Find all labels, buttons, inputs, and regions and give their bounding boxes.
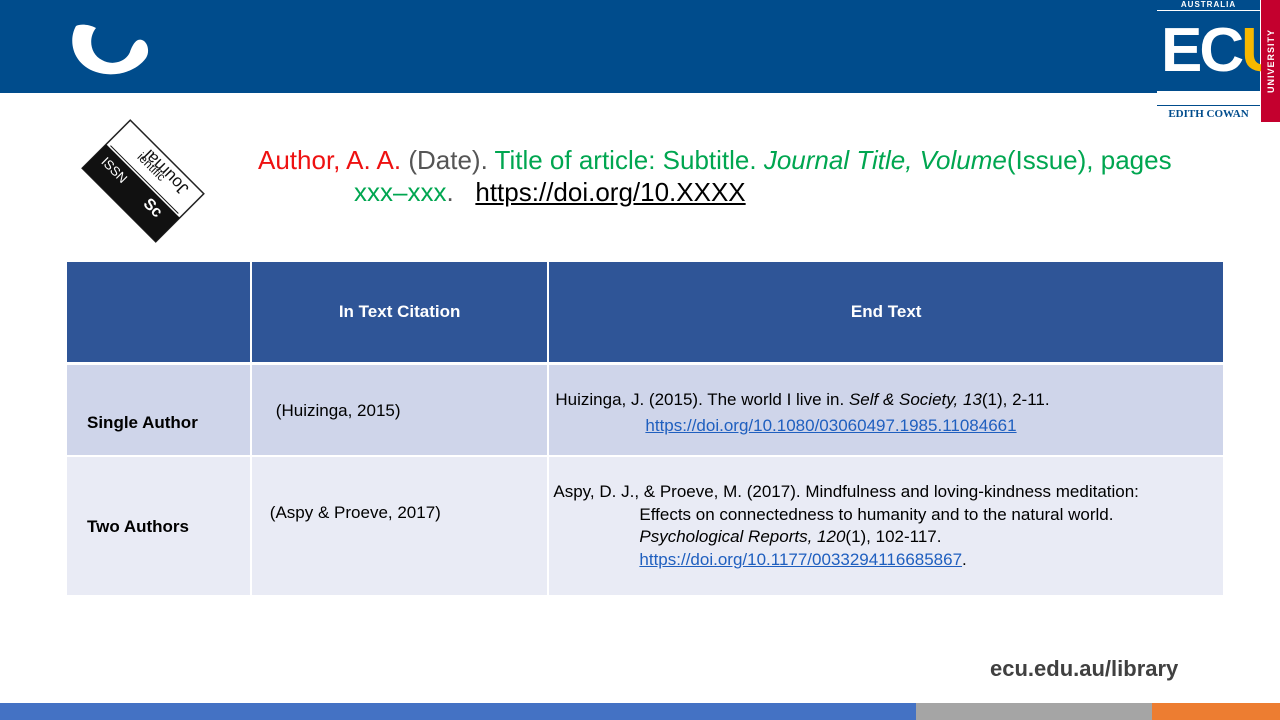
citation-author: Author, A. A. <box>258 145 402 175</box>
leaf-logo-icon <box>72 24 149 75</box>
ecu-logo-country: AUSTRALIA <box>1157 0 1260 10</box>
table-header-blank <box>67 262 252 365</box>
in-text-citation: (Huizinga, 2015) <box>250 363 550 457</box>
end-text-reference: Huizinga, J. (2015). The world I live in… <box>548 363 1225 457</box>
row-label-two-authors: Two Authors <box>67 456 252 597</box>
ecu-logo-name: EDITH COWAN <box>1157 105 1260 122</box>
citation-issue: (Issue), pages <box>1006 145 1172 175</box>
issn-journal-stamp-icon: ISSN Sc ientific Journal <box>81 119 205 243</box>
citation-line-2: xxx–xxx. https://doi.org/10.XXXX <box>258 176 1218 208</box>
in-text-citation: (Aspy & Proeve, 2017) <box>250 456 550 597</box>
citation-journal: Journal Title, Volume <box>756 145 1007 175</box>
table-header-end-text: End Text <box>548 262 1225 365</box>
row-label-single-author: Single Author <box>67 363 252 457</box>
reference-doi-link[interactable]: https://doi.org/10.1177/0033294116685867 <box>639 550 962 569</box>
ecu-logo-side: UNIVERSITY <box>1261 0 1280 122</box>
table-row: Single Author (Huizinga, 2015) Huizinga,… <box>67 363 1225 457</box>
apa-citation-template: Author, A. A. (Date). Title of article: … <box>258 144 1218 208</box>
citation-period: . <box>446 177 454 207</box>
footer-bar-gray <box>916 703 1152 720</box>
citation-doi-link[interactable]: https://doi.org/10.XXXX <box>475 177 745 207</box>
citation-line-1: Author, A. A. (Date). Title of article: … <box>258 144 1218 176</box>
table-header-in-text: In Text Citation <box>250 262 550 365</box>
ecu-logo: AUSTRALIA ECU EDITH COWAN UNIVERSITY <box>1157 0 1280 122</box>
table-header-row: In Text Citation End Text <box>67 262 1225 365</box>
footer-bar-orange <box>1152 703 1280 720</box>
header-band <box>0 0 1280 93</box>
footer-website-link[interactable]: ecu.edu.au/library <box>990 656 1178 682</box>
end-text-reference: Aspy, D. J., & Proeve, M. (2017). Mindfu… <box>548 456 1225 597</box>
ecu-logo-block: ECU <box>1157 11 1280 91</box>
reference-doi-link[interactable]: https://doi.org/10.1080/03060497.1985.11… <box>645 416 1016 435</box>
footer-bar-blue <box>0 703 916 720</box>
citation-title: Title of article: Subtitle. <box>487 145 757 175</box>
citation-pages: xxx–xxx <box>354 177 447 207</box>
citation-examples-table: In Text Citation End Text Single Author … <box>67 262 1225 597</box>
table-row: Two Authors (Aspy & Proeve, 2017) Aspy, … <box>67 456 1225 597</box>
citation-date: (Date). <box>401 145 488 175</box>
